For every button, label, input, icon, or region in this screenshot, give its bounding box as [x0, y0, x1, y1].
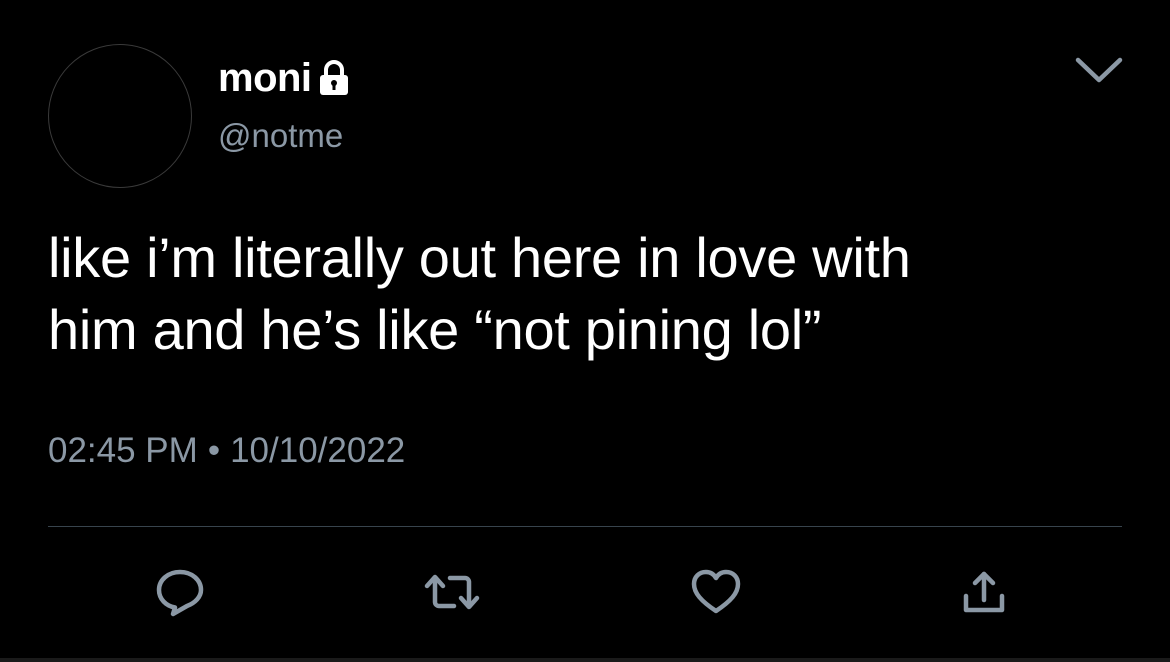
lock-icon — [316, 59, 352, 97]
meta-separator: • — [207, 431, 221, 470]
retweet-button[interactable] — [424, 566, 480, 618]
tweet-text-line: like i’m literally out here in love with — [48, 226, 911, 289]
heart-icon — [689, 566, 743, 618]
like-button[interactable] — [688, 566, 744, 618]
reply-button[interactable] — [152, 566, 208, 618]
author-name-row: moni — [218, 56, 352, 100]
avatar[interactable] — [48, 44, 192, 188]
tweet-text: like i’m literally out here in love with… — [48, 222, 1128, 366]
chevron-down-icon[interactable] — [1072, 50, 1126, 90]
user-handle[interactable]: @notme — [218, 116, 343, 156]
share-button[interactable] — [956, 566, 1012, 618]
tweet-text-line: him and he’s like “not pining lol” — [48, 298, 822, 361]
tweet-date[interactable]: 10/10/2022 — [230, 431, 405, 470]
divider — [48, 526, 1122, 527]
tweet-timestamp: 02:45 PM • 10/10/2022 — [48, 428, 405, 474]
retweet-icon — [424, 566, 480, 618]
bottom-border — [0, 658, 1170, 662]
display-name[interactable]: moni — [218, 56, 312, 100]
reply-icon — [153, 566, 207, 618]
share-icon — [957, 566, 1011, 618]
tweet-time[interactable]: 02:45 PM — [48, 431, 198, 470]
